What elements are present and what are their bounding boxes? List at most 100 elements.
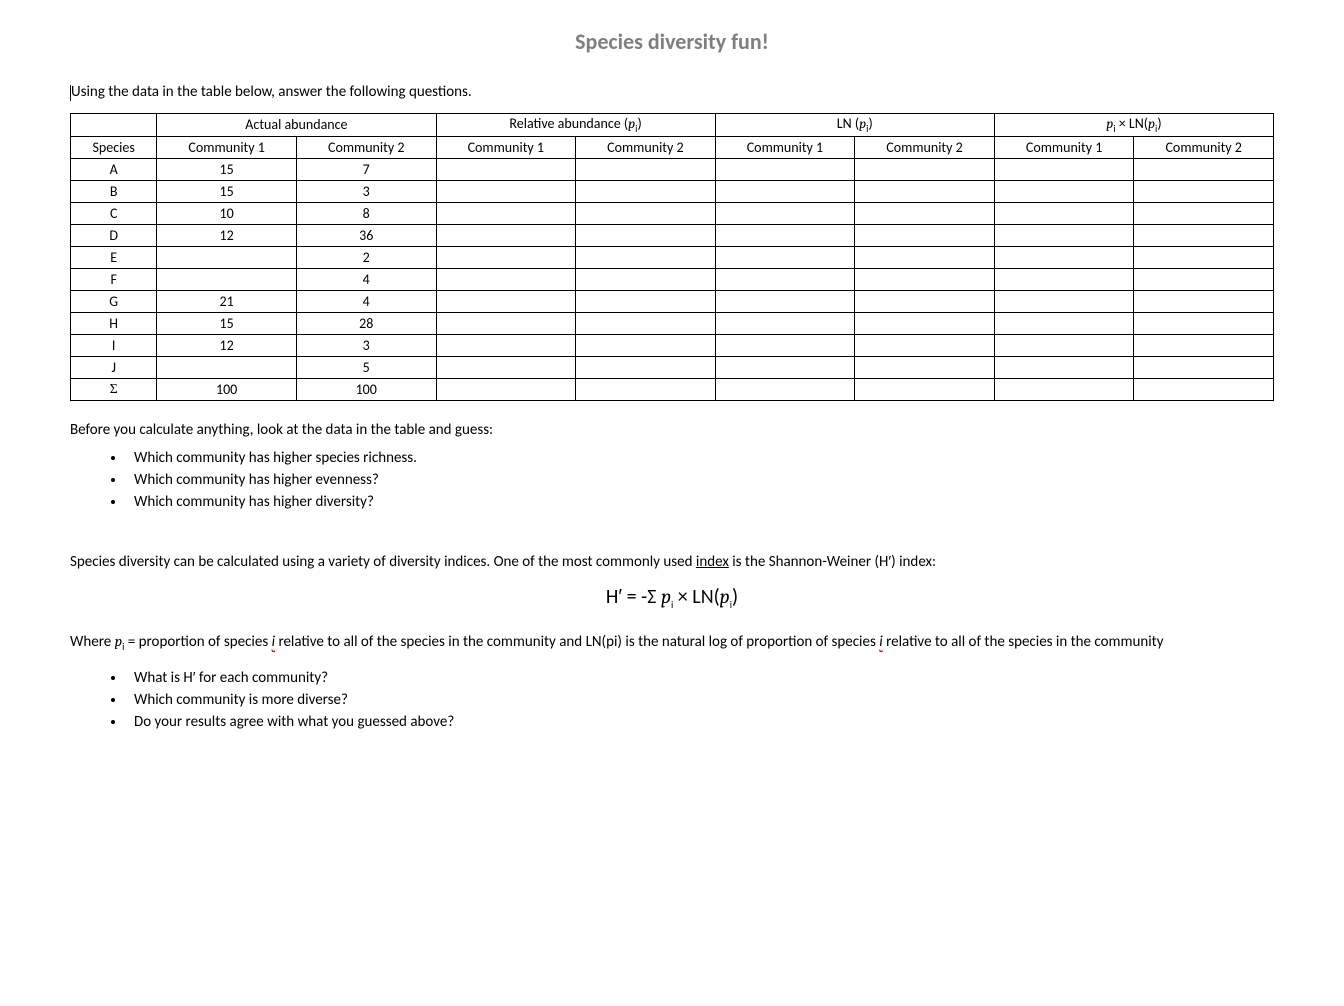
cell-value — [1134, 246, 1274, 268]
cell-value — [436, 334, 576, 356]
cell-species: Σ — [71, 378, 157, 400]
cell-value — [1134, 378, 1274, 400]
cell-value — [994, 290, 1134, 312]
cell-value: 10 — [157, 202, 297, 224]
cell-value: 4 — [296, 268, 436, 290]
cell-value — [1134, 334, 1274, 356]
cell-value — [1134, 158, 1274, 180]
table-row: C108 — [71, 202, 1274, 224]
cell-value — [994, 158, 1134, 180]
cell-value — [715, 202, 855, 224]
col-plnp-c1: Community 1 — [994, 136, 1134, 158]
intro-content: Using the data in the table below, answe… — [71, 83, 472, 101]
cell-value — [715, 224, 855, 246]
cell-species: J — [71, 356, 157, 378]
cell-value — [715, 158, 855, 180]
cell-value — [994, 268, 1134, 290]
cell-value — [436, 356, 576, 378]
cell-value — [855, 180, 995, 202]
cell-value: 7 — [296, 158, 436, 180]
cell-value — [855, 268, 995, 290]
table-row: A157 — [71, 158, 1274, 180]
cell-value — [994, 334, 1134, 356]
cell-value — [1134, 268, 1274, 290]
cell-value — [436, 158, 576, 180]
table-row: J5 — [71, 356, 1274, 378]
cell-value — [157, 356, 297, 378]
cell-value — [715, 334, 855, 356]
table-column-header-row: Species Community 1 Community 2 Communit… — [71, 136, 1274, 158]
cell-value — [157, 246, 297, 268]
col-species: Species — [71, 136, 157, 158]
shannon-formula: H′ = -Σ pi × LN(pi) — [70, 585, 1274, 611]
cell-value: 28 — [296, 312, 436, 334]
diversity-index-word: index — [696, 553, 729, 571]
cell-value — [436, 202, 576, 224]
where-paragraph: Where pi = proportion of species i relat… — [70, 629, 1274, 655]
cell-value — [855, 378, 995, 400]
cell-value — [994, 202, 1134, 224]
cell-value — [715, 180, 855, 202]
cell-value — [576, 246, 716, 268]
cell-value — [855, 224, 995, 246]
cell-value — [436, 378, 576, 400]
cell-value — [436, 268, 576, 290]
intro-text: Using the data in the table below, answe… — [70, 83, 1274, 101]
list-item: Which community has higher diversity? — [126, 493, 1274, 511]
cell-value — [436, 224, 576, 246]
table-row: E2 — [71, 246, 1274, 268]
col-rel-c2: Community 2 — [576, 136, 716, 158]
cell-value — [855, 356, 995, 378]
cell-value — [576, 158, 716, 180]
cell-value — [994, 180, 1134, 202]
cell-value — [436, 290, 576, 312]
cell-value — [715, 312, 855, 334]
cell-value: 8 — [296, 202, 436, 224]
cell-value — [157, 268, 297, 290]
cell-value — [1134, 224, 1274, 246]
table-row: Σ100100 — [71, 378, 1274, 400]
cell-value — [715, 290, 855, 312]
cell-value: 15 — [157, 312, 297, 334]
table-row: F4 — [71, 268, 1274, 290]
col-plnp-c2: Community 2 — [1134, 136, 1274, 158]
list-item: Which community has higher species richn… — [126, 449, 1274, 467]
page-title: Species diversity fun! — [70, 28, 1274, 55]
cell-value — [576, 268, 716, 290]
cell-value: 12 — [157, 224, 297, 246]
diversity-text-2: is the Shannon-Weiner (H′) index: — [729, 553, 936, 571]
cell-value: 12 — [157, 334, 297, 356]
table-row: G214 — [71, 290, 1274, 312]
table-row: D1236 — [71, 224, 1274, 246]
header-actual-abundance: Actual abundance — [157, 114, 436, 137]
diversity-paragraph: Species diversity can be calculated usin… — [70, 553, 1274, 571]
cell-species: I — [71, 334, 157, 356]
cell-value — [994, 378, 1134, 400]
cell-value — [1134, 356, 1274, 378]
cell-species: E — [71, 246, 157, 268]
cell-species: A — [71, 158, 157, 180]
cell-value: 21 — [157, 290, 297, 312]
cell-value — [994, 356, 1134, 378]
cell-value — [855, 202, 995, 224]
cell-value: 36 — [296, 224, 436, 246]
cell-value — [576, 224, 716, 246]
cell-value — [436, 180, 576, 202]
cell-value — [436, 246, 576, 268]
cell-value — [715, 378, 855, 400]
cell-value — [855, 290, 995, 312]
guess-bullet-list: Which community has higher species richn… — [70, 449, 1274, 511]
col-ln-c2: Community 2 — [855, 136, 995, 158]
header-ln-pi: LN (pi) — [715, 114, 994, 137]
cell-value: 15 — [157, 180, 297, 202]
cell-value: 3 — [296, 180, 436, 202]
cell-species: C — [71, 202, 157, 224]
list-item: What is H′ for each community? — [126, 669, 1274, 687]
cell-value: 5 — [296, 356, 436, 378]
cell-value: 100 — [157, 378, 297, 400]
cell-value: 15 — [157, 158, 297, 180]
header-relative-abundance: Relative abundance (pi) — [436, 114, 715, 137]
cell-value — [576, 202, 716, 224]
diversity-text-1: Species diversity can be calculated usin… — [70, 553, 696, 571]
cell-value — [855, 312, 995, 334]
